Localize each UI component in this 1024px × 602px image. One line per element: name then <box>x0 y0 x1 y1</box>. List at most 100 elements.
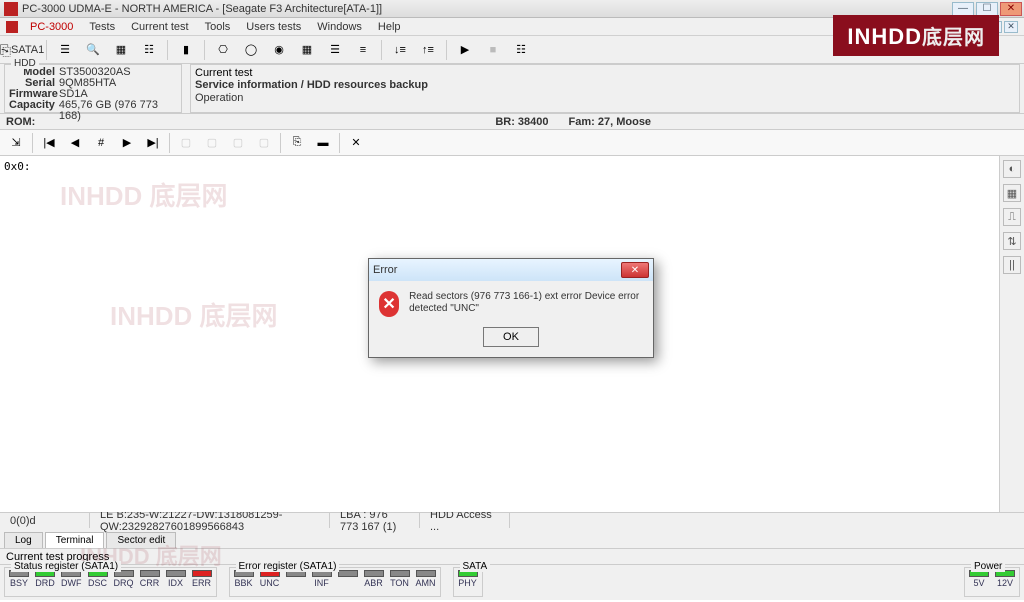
menu-current-test[interactable]: Current test <box>125 21 194 33</box>
separator <box>167 40 168 60</box>
side-pause-icon[interactable]: || <box>1003 256 1021 274</box>
dialog-close-button[interactable]: ✕ <box>621 262 649 278</box>
window-buttons: — ☐ ✕ <box>952 2 1022 16</box>
register-led <box>390 570 410 577</box>
capacity-value: 465,76 GB (976 773 168) <box>59 100 177 122</box>
menu-pc3000[interactable]: PC-3000 <box>24 21 79 33</box>
register-item <box>338 570 358 594</box>
tool-bars-icon[interactable]: ☰ <box>323 39 347 61</box>
register-item: PHY <box>458 570 478 594</box>
register-label: TON <box>390 578 409 588</box>
error-dialog: Error ✕ ✕ Read sectors (976 773 166-1) e… <box>368 258 654 358</box>
side-toolbar: ◐ ▦ ⎍ ⇅ || <box>1000 156 1024 512</box>
register-label: AMN <box>416 578 436 588</box>
register-label: 5V <box>973 578 984 588</box>
register-label: PHY <box>458 578 477 588</box>
minimize-button[interactable]: — <box>952 2 974 16</box>
doc1-icon[interactable]: ▢ <box>174 132 198 154</box>
status-cell-1: 0(0)d <box>0 513 90 528</box>
tool-sort-asc-icon[interactable]: ↓≡ <box>388 39 412 61</box>
register-label: DRQ <box>114 578 134 588</box>
current-test-legend: Current test <box>195 67 1015 79</box>
error-register-group: Error register (SATA1) BBKUNCINFABRTONAM… <box>229 567 441 597</box>
dialog-titlebar[interactable]: Error ✕ <box>369 259 653 281</box>
register-label: DWF <box>61 578 82 588</box>
tool-list-icon[interactable]: ☷ <box>137 39 161 61</box>
tab-sector-edit[interactable]: Sector edit <box>106 532 176 548</box>
paste-icon[interactable]: ▬ <box>311 132 335 154</box>
menu-windows[interactable]: Windows <box>311 21 368 33</box>
list-button[interactable]: ☷ <box>509 39 533 61</box>
separator <box>204 40 205 60</box>
register-item: 12V <box>995 570 1015 594</box>
register-item: UNC <box>260 570 280 594</box>
register-label: ERR <box>192 578 211 588</box>
tool-text-icon[interactable]: ≡ <box>351 39 375 61</box>
doc3-icon[interactable]: ▢ <box>226 132 250 154</box>
copy-icon[interactable]: ⎘ <box>285 132 309 154</box>
prev-icon[interactable]: ◀ <box>63 132 87 154</box>
tool-module-icon[interactable]: ▦ <box>109 39 133 61</box>
register-label: IDX <box>168 578 183 588</box>
side-tool-2-icon[interactable]: ▦ <box>1003 184 1021 202</box>
dialog-message: Read sectors (976 773 166-1) ext error D… <box>409 291 643 317</box>
stop-button[interactable]: ■ <box>481 39 505 61</box>
current-test-group: Current test Service information / HDD r… <box>190 64 1020 113</box>
menu-users-tests[interactable]: Users tests <box>240 21 307 33</box>
tool-sort-desc-icon[interactable]: ↑≡ <box>416 39 440 61</box>
doc2-icon[interactable]: ▢ <box>200 132 224 154</box>
tool-cylinder-icon[interactable]: ◯ <box>239 39 263 61</box>
side-tool-1-icon[interactable]: ◐ <box>1003 160 1021 178</box>
tab-terminal[interactable]: Terminal <box>45 532 105 548</box>
menu-help[interactable]: Help <box>372 21 407 33</box>
watermark: INHDD 底层网 <box>60 176 228 213</box>
register-label: 12V <box>997 578 1013 588</box>
secondary-toolbar: ⇲ |◀ ◀ # ▶ ▶| ▢ ▢ ▢ ▢ ⎘ ▬ ✕ <box>0 130 1024 156</box>
info-panel: HDD ModelST3500320AS Serial9QM85HTA Firm… <box>0 64 1024 114</box>
register-led <box>192 570 212 577</box>
tool-search-icon[interactable]: 🔍 <box>81 39 105 61</box>
wrench-icon[interactable]: ✕ <box>344 132 368 154</box>
power-register-group: Power 5V12V <box>964 567 1020 597</box>
side-tool-4-icon[interactable]: ⇅ <box>1003 232 1021 250</box>
next-icon[interactable]: ▶ <box>115 132 139 154</box>
first-icon[interactable]: |◀ <box>37 132 61 154</box>
close-button[interactable]: ✕ <box>1000 2 1022 16</box>
child-close-button[interactable]: ✕ <box>1004 21 1018 33</box>
play-button[interactable]: ▶ <box>453 39 477 61</box>
tool-info-icon[interactable]: ☰ <box>53 39 77 61</box>
tool-head-icon[interactable]: ⎔ <box>211 39 235 61</box>
register-item: INF <box>312 570 332 594</box>
hdd-info-group: HDD ModelST3500320AS Serial9QM85HTA Firm… <box>4 64 182 113</box>
side-tool-3-icon[interactable]: ⎍ <box>1003 208 1021 226</box>
tool-track-icon[interactable]: ◉ <box>267 39 291 61</box>
register-item <box>286 570 306 594</box>
separator <box>381 40 382 60</box>
last-icon[interactable]: ▶| <box>141 132 165 154</box>
error-register-legend: Error register (SATA1) <box>236 561 340 572</box>
dialog-ok-button[interactable]: OK <box>483 327 539 347</box>
doc4-icon[interactable]: ▢ <box>252 132 276 154</box>
sata-register-legend: SATA <box>460 561 491 572</box>
status-register-group: Status register (SATA1) BSYDRDDWFDSCDRQC… <box>4 567 217 597</box>
register-item: DRD <box>35 570 55 594</box>
grid-nav-icon[interactable]: # <box>89 132 113 154</box>
baudrate-value: BR: 38400 <box>495 116 548 128</box>
maximize-button[interactable]: ☐ <box>976 2 998 16</box>
register-label: CRR <box>140 578 160 588</box>
tool-grid-icon[interactable]: ▦ <box>295 39 319 61</box>
register-item: ERR <box>192 570 212 594</box>
register-label: DRD <box>35 578 55 588</box>
register-label: BBK <box>234 578 252 588</box>
register-item: TON <box>390 570 410 594</box>
separator <box>339 133 340 153</box>
menu-tests[interactable]: Tests <box>83 21 121 33</box>
watermark: INHDD 底层网 <box>110 296 278 333</box>
tab-log[interactable]: Log <box>4 532 43 548</box>
export-icon[interactable]: ⇲ <box>4 132 28 154</box>
tool-chip-icon[interactable]: ▮ <box>174 39 198 61</box>
sata-label: SATA1 <box>11 44 44 56</box>
status-register-legend: Status register (SATA1) <box>11 561 121 572</box>
menu-tools[interactable]: Tools <box>199 21 237 33</box>
family-value: Fam: 27, Moose <box>569 116 652 128</box>
